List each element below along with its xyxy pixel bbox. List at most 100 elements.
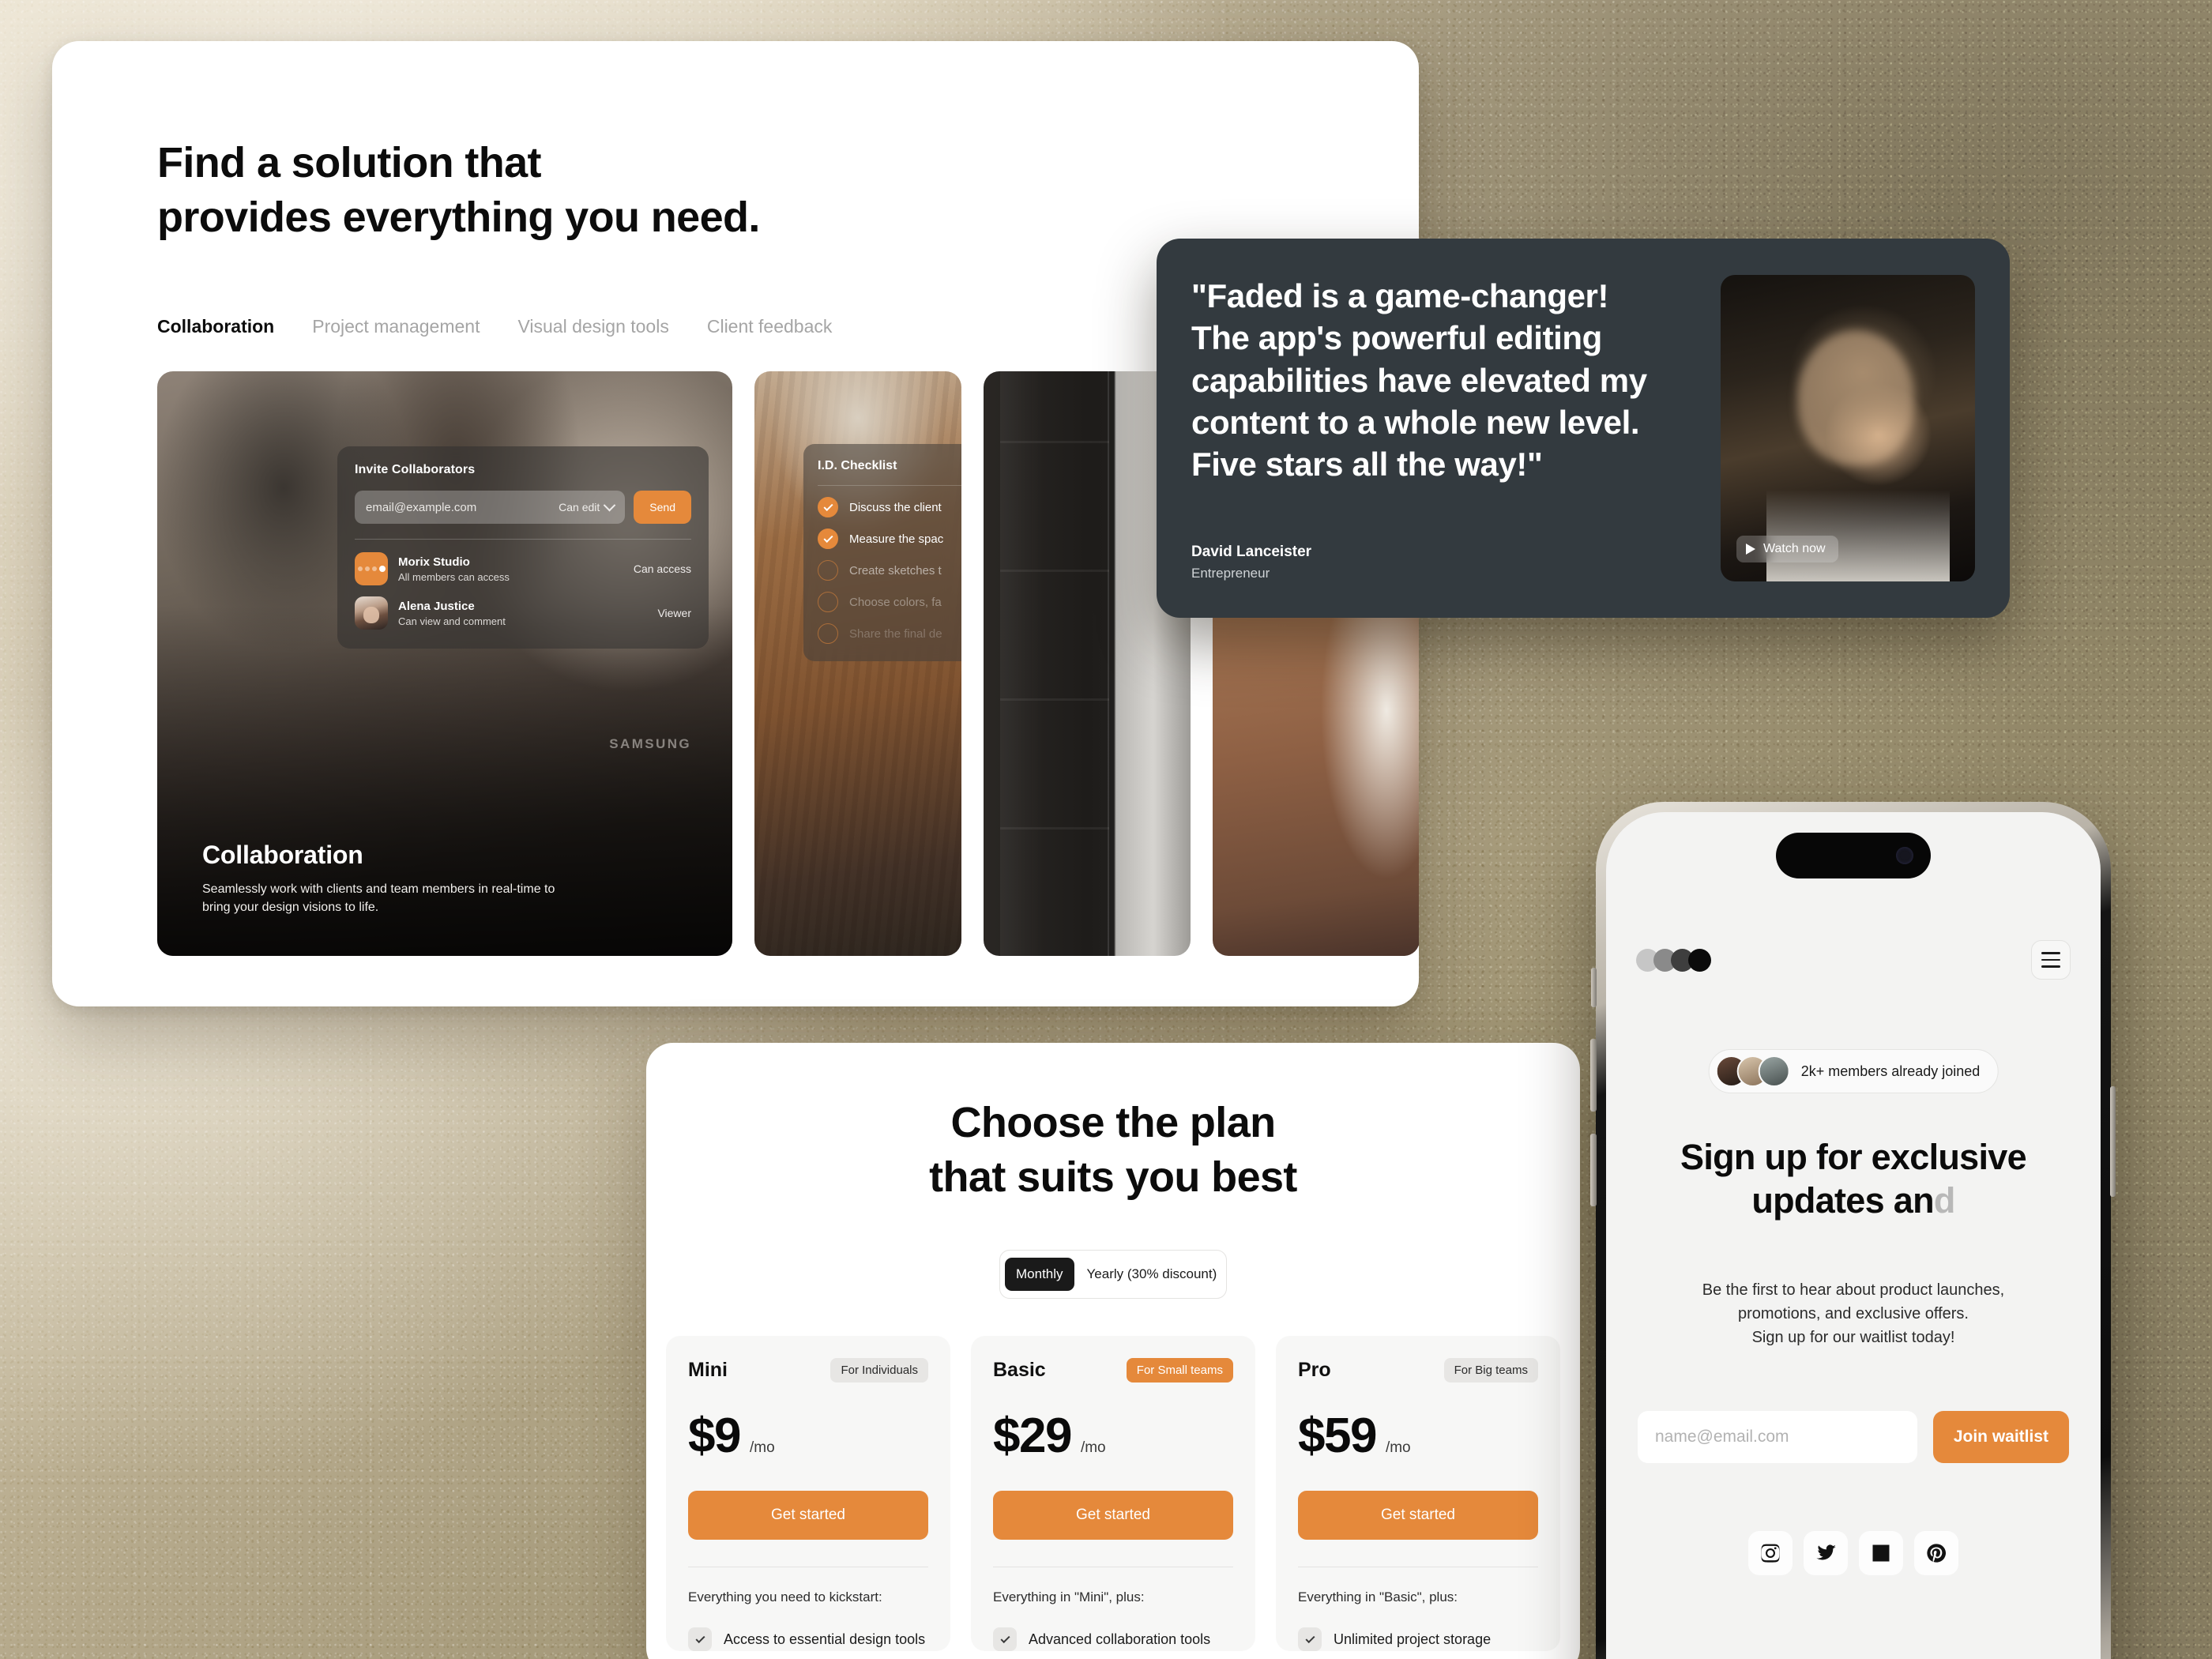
pricing-title: Choose the plan that suits you best [929,1099,1297,1201]
checklist-item[interactable]: Create sketches t [818,560,961,581]
signup-title-main: Sign up for exclusive updates an [1680,1137,2027,1221]
divider [818,485,961,486]
alena-justice-avatar [355,596,388,630]
watch-now-label: Watch now [1763,542,1826,555]
plan-subtitle: Everything in "Mini", plus: [993,1589,1145,1605]
plan-period: /mo [1385,1439,1411,1457]
tab-project-management[interactable]: Project management [312,316,480,337]
gallery-caption-description: Seamlessly work with clients and team me… [202,882,555,914]
checklist-item-label: Share the final de [849,626,942,641]
get-started-button[interactable]: Get started [993,1491,1233,1540]
plan-price: $59 [1298,1409,1377,1464]
page-title: Find a solution that provides everything… [157,139,760,242]
signup-title: Sign up for exclusive updates and [1638,1136,2069,1223]
id-checklist-card: I.D. Checklist Discuss the client Measur… [803,444,961,661]
plan-feature: Unlimited project storage [1298,1627,1538,1652]
check-icon [993,1627,1017,1652]
join-waitlist-button[interactable]: Join waitlist [1932,1411,2069,1463]
member-avatars [1715,1055,1790,1087]
tab-visual-design-tools[interactable]: Visual design tools [517,316,668,337]
plan-name: Mini [688,1359,728,1382]
invite-email-placeholder: email@example.com [366,500,477,514]
hamburger-menu-icon[interactable] [2031,940,2071,980]
chevron-down-icon [604,498,616,511]
divider [355,539,691,540]
plan-card-pro: Pro For Big teams $59 /mo Get started Ev… [1276,1336,1560,1652]
phone-volume-up-button[interactable] [1590,1039,1597,1112]
checklist-item-label: Discuss the client [849,500,942,514]
member-name: Morix Studio [398,555,470,569]
linkedin-icon[interactable] [1859,1531,1903,1575]
signup-subtitle: Be the first to hear about product launc… [1702,1281,2005,1346]
twitter-icon[interactable] [1804,1531,1848,1575]
testimonial-video-thumbnail[interactable]: Watch now [1721,275,1975,581]
phone-silent-switch[interactable] [1591,968,1597,1007]
send-invite-button[interactable]: Send [634,491,691,524]
checklist-item[interactable]: Measure the spac [818,529,961,549]
member-row[interactable]: Alena Justice Can view and comment Viewe… [355,596,691,630]
plan-feature-label: Advanced collaboration tools [1029,1631,1211,1647]
members-joined-label: 2k+ members already joined [1800,1063,1981,1079]
instagram-icon[interactable] [1748,1531,1793,1575]
testimonial-attribution: David Lanceister Entrepreneur [1191,544,1694,581]
plan-subtitle: Everything you need to kickstart: [688,1589,882,1605]
plan-name: Basic [993,1359,1046,1382]
plan-feature: Access to essential design tools [688,1627,928,1652]
billing-period-toggle[interactable]: Monthly Yearly (30% discount) [999,1250,1228,1300]
gallery-caption: Collaboration Seamlessly work with clien… [202,841,685,916]
members-joined-pill: 2k+ members already joined [1708,1049,1999,1093]
gallery-item-collaboration[interactable]: SAMSUNG Invite Collaborators email@examp… [157,371,732,956]
billing-yearly-option[interactable]: Yearly (30% discount) [1076,1258,1228,1291]
invite-row: email@example.com Can edit Send [355,491,691,524]
plan-price: $9 [688,1409,741,1464]
checklist-item[interactable]: Discuss the client [818,497,961,517]
testimonial-card: "Faded is a game-changer! The app's powe… [1157,239,2010,618]
dynamic-island [1776,833,1931,878]
signup-title-fade: d [1933,1179,1955,1221]
tab-collaboration[interactable]: Collaboration [157,316,274,337]
plan-badge: For Big teams [1443,1358,1538,1383]
member-name: Alena Justice [398,599,475,613]
testimonial-author-name: David Lanceister [1191,544,1312,560]
member-row[interactable]: Morix Studio All members can access Can … [355,552,691,585]
waitlist-form: Join waitlist [1638,1411,2069,1463]
email-input[interactable] [1638,1411,1917,1463]
invite-permission-select[interactable]: Can edit [559,498,616,514]
plan-name: Pro [1298,1359,1331,1382]
member-role[interactable]: Can access [634,562,691,575]
tab-client-feedback[interactable]: Client feedback [707,316,833,337]
pricing-card: Choose the plan that suits you best Mont… [646,1043,1580,1659]
checkbox-checked-icon [818,529,838,549]
gallery-item-checklist[interactable]: I.D. Checklist Discuss the client Measur… [754,371,961,956]
play-icon [1746,544,1755,555]
phone-volume-down-button[interactable] [1590,1134,1597,1206]
checkbox-empty-icon [818,592,838,612]
invite-collaborators-card: Invite Collaborators email@example.com C… [337,446,709,649]
member-subtitle: Can view and comment [398,615,506,627]
phone-power-button[interactable] [2110,1086,2116,1197]
plan-badge: For Small teams [1126,1358,1233,1383]
get-started-button[interactable]: Get started [688,1491,928,1540]
invite-permission-label: Can edit [559,501,600,514]
checklist-title: I.D. Checklist [818,459,897,472]
plan-badge: For Individuals [830,1358,928,1383]
member-role[interactable]: Viewer [657,607,691,619]
checklist-item-label: Create sketches t [849,563,942,577]
checklist-item[interactable]: Share the final de [818,623,961,644]
social-links [1606,1531,2101,1575]
brand-logo-icon[interactable] [1636,948,1711,972]
checklist-item[interactable]: Choose colors, fa [818,592,961,612]
watch-now-button[interactable]: Watch now [1736,536,1838,562]
plan-card-mini: Mini For Individuals $9 /mo Get started … [666,1336,950,1652]
plan-list: Mini For Individuals $9 /mo Get started … [646,1299,1580,1652]
pinterest-icon[interactable] [1914,1531,1958,1575]
check-icon [1298,1627,1322,1652]
feature-tabs: Collaboration Project management Visual … [157,316,832,337]
get-started-button[interactable]: Get started [1298,1491,1538,1540]
samsung-logo: SAMSUNG [609,736,691,751]
testimonial-quote: "Faded is a game-changer! The app's powe… [1191,277,1647,483]
checklist-item-label: Choose colors, fa [849,595,942,609]
plan-feature-label: Access to essential design tools [724,1631,926,1647]
billing-monthly-option[interactable]: Monthly [1005,1258,1074,1292]
invite-email-field[interactable]: email@example.com Can edit [355,491,626,524]
